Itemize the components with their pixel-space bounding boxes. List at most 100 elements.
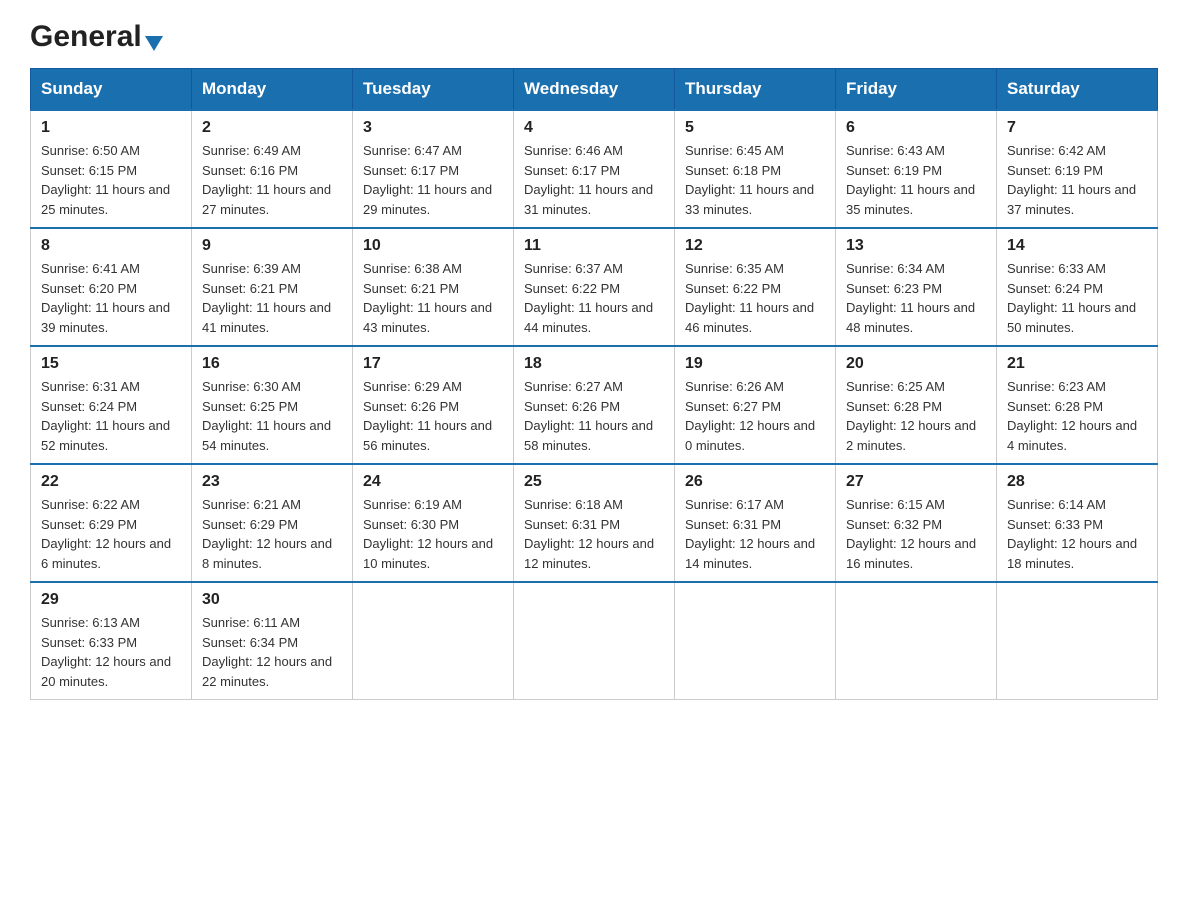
- day-info: Sunrise: 6:50 AMSunset: 6:15 PMDaylight:…: [41, 141, 181, 219]
- day-cell-1: 1 Sunrise: 6:50 AMSunset: 6:15 PMDaylight…: [31, 110, 192, 228]
- day-cell-19: 19 Sunrise: 6:26 AMSunset: 6:27 PMDayligh…: [675, 346, 836, 464]
- page-header: General: [30, 20, 1158, 50]
- day-number: 16: [202, 355, 342, 373]
- day-number: 14: [1007, 237, 1147, 255]
- day-cell-30: 30 Sunrise: 6:11 AMSunset: 6:34 PMDayligh…: [192, 582, 353, 700]
- empty-cell: [514, 582, 675, 700]
- day-info: Sunrise: 6:49 AMSunset: 6:16 PMDaylight:…: [202, 141, 342, 219]
- day-cell-6: 6Sunrise: 6:43 AMSunset: 6:19 PMDaylight…: [836, 110, 997, 228]
- day-cell-5: 5 Sunrise: 6:45 AMSunset: 6:18 PMDaylight…: [675, 110, 836, 228]
- day-info: Sunrise: 6:17 AMSunset: 6:31 PMDaylight:…: [685, 495, 825, 573]
- day-number: 28: [1007, 473, 1147, 491]
- day-cell-11: 11 Sunrise: 6:37 AMSunset: 6:22 PMDayligh…: [514, 228, 675, 346]
- day-number: 9: [202, 237, 342, 255]
- day-info: Sunrise: 6:27 AMSunset: 6:26 PMDaylight:…: [524, 377, 664, 455]
- day-number: 17: [363, 355, 503, 373]
- day-info: Sunrise: 6:33 AMSunset: 6:24 PMDaylight:…: [1007, 259, 1147, 337]
- day-number: 2: [202, 119, 342, 137]
- weekday-header-saturday: Saturday: [997, 69, 1158, 111]
- weekday-header-tuesday: Tuesday: [353, 69, 514, 111]
- day-info: Sunrise: 6:41 AMSunset: 6:20 PMDaylight:…: [41, 259, 181, 337]
- empty-cell: [675, 582, 836, 700]
- day-info: Sunrise: 6:38 AMSunset: 6:21 PMDaylight:…: [363, 259, 503, 337]
- day-info: Sunrise: 6:29 AMSunset: 6:26 PMDaylight:…: [363, 377, 503, 455]
- day-number: 4: [524, 119, 664, 137]
- day-cell-15: 15 Sunrise: 6:31 AMSunset: 6:24 PMDayligh…: [31, 346, 192, 464]
- week-row-4: 22Sunrise: 6:22 AMSunset: 6:29 PMDayligh…: [31, 464, 1158, 582]
- day-cell-14: 14 Sunrise: 6:33 AMSunset: 6:24 PMDayligh…: [997, 228, 1158, 346]
- day-cell-28: 28 Sunrise: 6:14 AMSunset: 6:33 PMDayligh…: [997, 464, 1158, 582]
- weekday-header-sunday: Sunday: [31, 69, 192, 111]
- day-info: Sunrise: 6:47 AMSunset: 6:17 PMDaylight:…: [363, 141, 503, 219]
- day-info: Sunrise: 6:26 AMSunset: 6:27 PMDaylight:…: [685, 377, 825, 455]
- day-cell-29: 29 Sunrise: 6:13 AMSunset: 6:33 PMDayligh…: [31, 582, 192, 700]
- day-number: 18: [524, 355, 664, 373]
- weekday-header-monday: Monday: [192, 69, 353, 111]
- calendar-table: SundayMondayTuesdayWednesdayThursdayFrid…: [30, 68, 1158, 700]
- day-cell-13: 13 Sunrise: 6:34 AMSunset: 6:23 PMDayligh…: [836, 228, 997, 346]
- day-info: Sunrise: 6:45 AMSunset: 6:18 PMDaylight:…: [685, 141, 825, 219]
- day-number: 7: [1007, 119, 1147, 137]
- day-info: Sunrise: 6:31 AMSunset: 6:24 PMDaylight:…: [41, 377, 181, 455]
- day-cell-27: 27 Sunrise: 6:15 AMSunset: 6:32 PMDayligh…: [836, 464, 997, 582]
- empty-cell: [836, 582, 997, 700]
- day-info: Sunrise: 6:13 AMSunset: 6:33 PMDaylight:…: [41, 613, 181, 691]
- day-cell-16: 16Sunrise: 6:30 AMSunset: 6:25 PMDayligh…: [192, 346, 353, 464]
- day-info: Sunrise: 6:11 AMSunset: 6:34 PMDaylight:…: [202, 613, 342, 691]
- weekday-header-row: SundayMondayTuesdayWednesdayThursdayFrid…: [31, 69, 1158, 111]
- day-number: 25: [524, 473, 664, 491]
- day-cell-24: 24Sunrise: 6:19 AMSunset: 6:30 PMDayligh…: [353, 464, 514, 582]
- weekday-header-friday: Friday: [836, 69, 997, 111]
- day-info: Sunrise: 6:25 AMSunset: 6:28 PMDaylight:…: [846, 377, 986, 455]
- day-number: 15: [41, 355, 181, 373]
- logo-triangle-icon: [145, 36, 163, 51]
- day-number: 8: [41, 237, 181, 255]
- day-info: Sunrise: 6:14 AMSunset: 6:33 PMDaylight:…: [1007, 495, 1147, 573]
- day-cell-21: 21Sunrise: 6:23 AMSunset: 6:28 PMDayligh…: [997, 346, 1158, 464]
- day-cell-20: 20 Sunrise: 6:25 AMSunset: 6:28 PMDayligh…: [836, 346, 997, 464]
- day-cell-23: 23 Sunrise: 6:21 AMSunset: 6:29 PMDayligh…: [192, 464, 353, 582]
- day-cell-17: 17 Sunrise: 6:29 AMSunset: 6:26 PMDayligh…: [353, 346, 514, 464]
- day-info: Sunrise: 6:35 AMSunset: 6:22 PMDaylight:…: [685, 259, 825, 337]
- weekday-header-thursday: Thursday: [675, 69, 836, 111]
- day-number: 6: [846, 119, 986, 137]
- day-number: 23: [202, 473, 342, 491]
- week-row-3: 15 Sunrise: 6:31 AMSunset: 6:24 PMDayligh…: [31, 346, 1158, 464]
- day-info: Sunrise: 6:39 AMSunset: 6:21 PMDaylight:…: [202, 259, 342, 337]
- day-number: 12: [685, 237, 825, 255]
- week-row-2: 8 Sunrise: 6:41 AMSunset: 6:20 PMDaylight…: [31, 228, 1158, 346]
- day-number: 29: [41, 591, 181, 609]
- day-info: Sunrise: 6:21 AMSunset: 6:29 PMDaylight:…: [202, 495, 342, 573]
- day-cell-4: 4 Sunrise: 6:46 AMSunset: 6:17 PMDaylight…: [514, 110, 675, 228]
- day-number: 11: [524, 237, 664, 255]
- day-number: 27: [846, 473, 986, 491]
- day-cell-22: 22Sunrise: 6:22 AMSunset: 6:29 PMDayligh…: [31, 464, 192, 582]
- day-cell-12: 12 Sunrise: 6:35 AMSunset: 6:22 PMDayligh…: [675, 228, 836, 346]
- day-number: 21: [1007, 355, 1147, 373]
- day-cell-2: 2 Sunrise: 6:49 AMSunset: 6:16 PMDaylight…: [192, 110, 353, 228]
- empty-cell: [997, 582, 1158, 700]
- day-number: 24: [363, 473, 503, 491]
- day-cell-18: 18 Sunrise: 6:27 AMSunset: 6:26 PMDayligh…: [514, 346, 675, 464]
- day-info: Sunrise: 6:18 AMSunset: 6:31 PMDaylight:…: [524, 495, 664, 573]
- day-number: 1: [41, 119, 181, 137]
- day-cell-3: 3 Sunrise: 6:47 AMSunset: 6:17 PMDaylight…: [353, 110, 514, 228]
- day-info: Sunrise: 6:34 AMSunset: 6:23 PMDaylight:…: [846, 259, 986, 337]
- day-number: 10: [363, 237, 503, 255]
- day-info: Sunrise: 6:42 AMSunset: 6:19 PMDaylight:…: [1007, 141, 1147, 219]
- day-info: Sunrise: 6:22 AMSunset: 6:29 PMDaylight:…: [41, 495, 181, 573]
- weekday-header-wednesday: Wednesday: [514, 69, 675, 111]
- logo: General: [30, 20, 163, 50]
- logo-general: General: [30, 20, 142, 54]
- day-number: 26: [685, 473, 825, 491]
- day-number: 30: [202, 591, 342, 609]
- day-number: 19: [685, 355, 825, 373]
- day-info: Sunrise: 6:15 AMSunset: 6:32 PMDaylight:…: [846, 495, 986, 573]
- day-number: 20: [846, 355, 986, 373]
- day-number: 3: [363, 119, 503, 137]
- day-number: 5: [685, 119, 825, 137]
- day-number: 13: [846, 237, 986, 255]
- day-info: Sunrise: 6:46 AMSunset: 6:17 PMDaylight:…: [524, 141, 664, 219]
- day-cell-7: 7 Sunrise: 6:42 AMSunset: 6:19 PMDaylight…: [997, 110, 1158, 228]
- day-info: Sunrise: 6:37 AMSunset: 6:22 PMDaylight:…: [524, 259, 664, 337]
